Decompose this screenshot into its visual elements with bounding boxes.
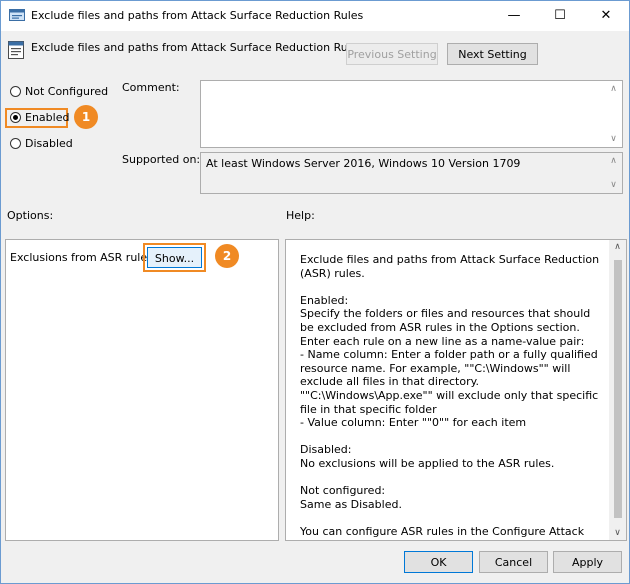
title-bar[interactable]: Exclude files and paths from Attack Surf… [1,1,629,31]
help-text: Exclude files and paths from Attack Surf… [300,253,600,540]
minimize-button[interactable]: — [491,1,537,31]
scroll-up-icon[interactable]: ∧ [609,242,626,252]
radio-button[interactable] [10,86,21,97]
radio-label: Not Configured [25,85,109,98]
comment-scrollbar[interactable]: ∧ ∨ [605,81,622,147]
callout-badge-2: 2 [215,244,239,268]
policy-title: Exclude files and paths from Attack Surf… [31,41,364,54]
radio-not-configured[interactable]: Not Configured [10,85,108,98]
dialog-window: Exclude files and paths from Attack Surf… [0,0,630,584]
callout-badge-1: 1 [74,105,98,129]
radio-disabled[interactable]: Disabled [10,137,73,150]
radio-button[interactable] [10,112,21,123]
scroll-up-icon[interactable]: ∧ [605,84,622,94]
supported-scrollbar[interactable]: ∧ ∨ [605,153,622,193]
supported-on-box: At least Windows Server 2016, Windows 10… [200,152,623,194]
options-label: Options: [7,209,54,222]
supported-on-label: Supported on: [122,153,201,166]
options-pane: Exclusions from ASR rules: [5,239,279,541]
radio-label: Disabled [25,137,73,150]
cancel-button[interactable]: Cancel [479,551,548,573]
radio-label: Enabled [25,111,70,124]
scroll-down-icon[interactable]: ∨ [609,528,626,538]
scrollbar-thumb[interactable] [614,260,622,518]
help-pane: Exclude files and paths from Attack Surf… [285,239,627,541]
scroll-up-icon[interactable]: ∧ [605,156,622,166]
close-button[interactable]: ✕ [583,1,629,31]
help-label: Help: [286,209,315,222]
maximize-button[interactable]: ☐ [537,1,583,31]
help-scrollbar[interactable]: ∧ ∨ [609,240,626,540]
radio-enabled[interactable]: Enabled [10,111,69,124]
scroll-down-icon[interactable]: ∨ [605,180,622,190]
radio-button[interactable] [10,138,21,149]
policy-icon [9,9,25,21]
exclusions-label: Exclusions from ASR rules: [10,251,157,264]
show-button[interactable]: Show... [147,247,202,268]
policy-icon [8,41,24,59]
window-title: Exclude files and paths from Attack Surf… [31,9,364,22]
next-setting-button[interactable]: Next Setting [447,43,538,65]
previous-setting-button[interactable]: Previous Setting [346,43,438,65]
ok-button[interactable]: OK [404,551,473,573]
comment-label: Comment: [122,81,180,94]
supported-on-value: At least Windows Server 2016, Windows 10… [206,157,521,170]
apply-button[interactable]: Apply [553,551,622,573]
comment-textarea[interactable]: ∧ ∨ [200,80,623,148]
scroll-down-icon[interactable]: ∨ [605,134,622,144]
